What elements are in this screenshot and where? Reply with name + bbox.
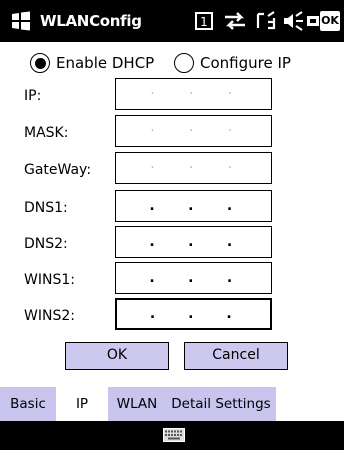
battery-icon[interactable]	[306, 8, 320, 34]
wins2-label: WINS2:	[24, 308, 75, 324]
ip-label: IP:	[24, 88, 42, 104]
wins2-row: WINS2: . . .	[0, 298, 344, 334]
gateway-label: GateWay:	[24, 162, 92, 178]
dns1-input[interactable]: . . .	[115, 190, 272, 222]
gateway-input[interactable]: · · ·	[115, 152, 272, 184]
tab-ip[interactable]: IP	[56, 387, 108, 421]
radio-selected-indicator[interactable]	[30, 53, 50, 73]
tab-bar-filler	[276, 387, 344, 421]
dns2-input[interactable]: . . .	[115, 226, 272, 258]
mask-row: MASK: · · ·	[0, 115, 344, 151]
sim-icon[interactable]: 1	[194, 8, 214, 34]
signal-icon[interactable]	[254, 8, 278, 34]
title-ok-button[interactable]: OK	[320, 11, 340, 31]
menu-bar	[0, 421, 344, 450]
wins2-input[interactable]: . . .	[115, 298, 272, 330]
gateway-row: GateWay: · · ·	[0, 152, 344, 188]
tab-detail-settings[interactable]: Detail Settings	[166, 387, 276, 421]
cancel-button[interactable]: Cancel	[184, 342, 288, 370]
start-icon[interactable]	[10, 11, 32, 31]
svg-text:1: 1	[200, 15, 208, 29]
wins1-input[interactable]: . . .	[115, 262, 272, 294]
ip-row: IP: · · ·	[0, 78, 344, 114]
dns1-row: DNS1: . . .	[0, 190, 344, 226]
dns2-row: DNS2: . . .	[0, 226, 344, 262]
mask-input[interactable]: · · ·	[115, 115, 272, 147]
dns1-label: DNS1:	[24, 200, 68, 216]
mask-label: MASK:	[24, 125, 69, 141]
enable-dhcp-label: Enable DHCP	[56, 54, 155, 72]
ip-address-input[interactable]: · · ·	[115, 78, 272, 110]
volume-icon[interactable]	[282, 8, 304, 34]
wins1-row: WINS1: . . .	[0, 262, 344, 298]
app-title: WLANConfig	[40, 12, 142, 30]
ok-button[interactable]: OK	[65, 342, 169, 370]
wins1-label: WINS1:	[24, 272, 75, 288]
configure-ip-label: Configure IP	[200, 54, 291, 72]
tab-basic[interactable]: Basic	[0, 387, 56, 421]
configure-ip-radio[interactable]: Configure IP	[174, 52, 291, 74]
connectivity-icon[interactable]	[222, 8, 248, 34]
tab-wlan[interactable]: WLAN	[108, 387, 166, 421]
enable-dhcp-radio[interactable]: Enable DHCP	[30, 52, 154, 74]
dns2-label: DNS2:	[24, 236, 68, 252]
keyboard-icon[interactable]	[163, 428, 185, 442]
radio-unselected-indicator[interactable]	[174, 53, 194, 73]
tab-bar: Basic IP WLAN Detail Settings	[0, 387, 344, 421]
title-bar: WLANConfig 1 OK	[0, 0, 344, 42]
